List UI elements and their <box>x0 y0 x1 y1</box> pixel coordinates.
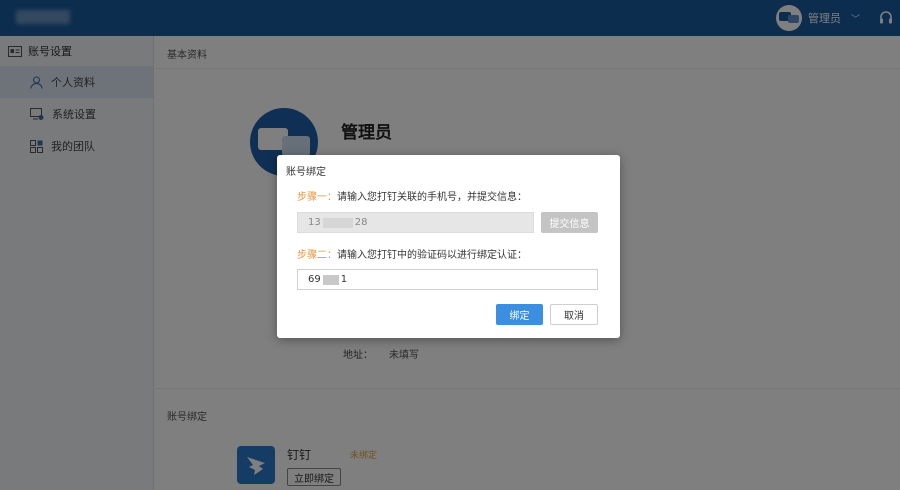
verification-code-field[interactable]: 69 1 <box>297 269 598 290</box>
submit-info-button[interactable]: 提交信息 <box>541 212 598 233</box>
step-two-label: 步骤二： <box>297 250 337 261</box>
step-two-instruction: 步骤二：请输入您打钉中的验证码以进行绑定认证： <box>297 246 527 261</box>
cancel-button[interactable]: 取消 <box>550 304 598 325</box>
step-one-text: 请输入您打钉关联的手机号，并提交信息： <box>337 192 527 203</box>
code-prefix: 69 <box>308 274 321 285</box>
bind-button[interactable]: 绑定 <box>496 304 543 325</box>
phone-prefix: 13 <box>308 217 321 228</box>
redacted-block <box>322 274 339 285</box>
step-one-instruction: 步骤一：请输入您打钉关联的手机号，并提交信息： <box>297 188 527 203</box>
code-suffix: 1 <box>340 274 348 285</box>
dialog-title: 账号绑定 <box>286 167 326 178</box>
account-binding-dialog: 账号绑定 步骤一：请输入您打钉关联的手机号，并提交信息： 13 28 提交信息 … <box>277 155 620 338</box>
redacted-block <box>322 217 353 228</box>
step-one-label: 步骤一： <box>297 192 337 203</box>
phone-number-field[interactable]: 13 28 <box>297 212 534 233</box>
phone-suffix: 28 <box>354 217 368 228</box>
step-two-text: 请输入您打钉中的验证码以进行绑定认证： <box>337 250 527 261</box>
